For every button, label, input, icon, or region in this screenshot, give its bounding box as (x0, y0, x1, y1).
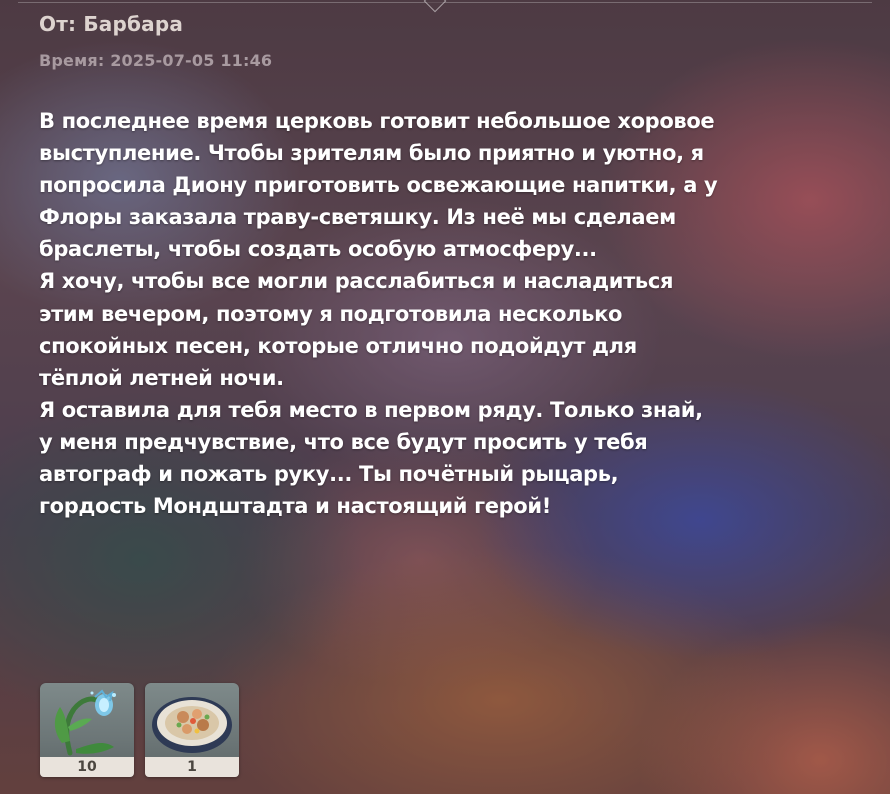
attachment-count: 10 (40, 757, 134, 777)
attachment-item-glowing-grass[interactable]: 10 (40, 683, 134, 777)
mail-attachments: 10 1 (40, 683, 239, 777)
attachment-item-dish[interactable]: 1 (145, 683, 239, 777)
food-dish-icon (152, 697, 232, 753)
mail-body: В последнее время церковь готовит неболь… (39, 105, 859, 522)
mail-paragraph: Я оставила для тебя место в первом ряду.… (39, 397, 703, 519)
attachment-count: 1 (145, 757, 239, 777)
mail-header: От: Барбара Время: 2025-07-05 11:46 (39, 10, 272, 72)
mail-sender: От: Барбара (39, 12, 184, 36)
glowing-flower-icon (54, 689, 116, 756)
diamond-ornament-icon (423, 0, 447, 13)
mail-time: Время: 2025-07-05 11:46 (39, 51, 273, 70)
mail-paragraph: В последнее время церковь готовит неболь… (39, 109, 718, 262)
mail-paragraph: Я хочу, чтобы все могли расслабиться и н… (39, 269, 674, 390)
